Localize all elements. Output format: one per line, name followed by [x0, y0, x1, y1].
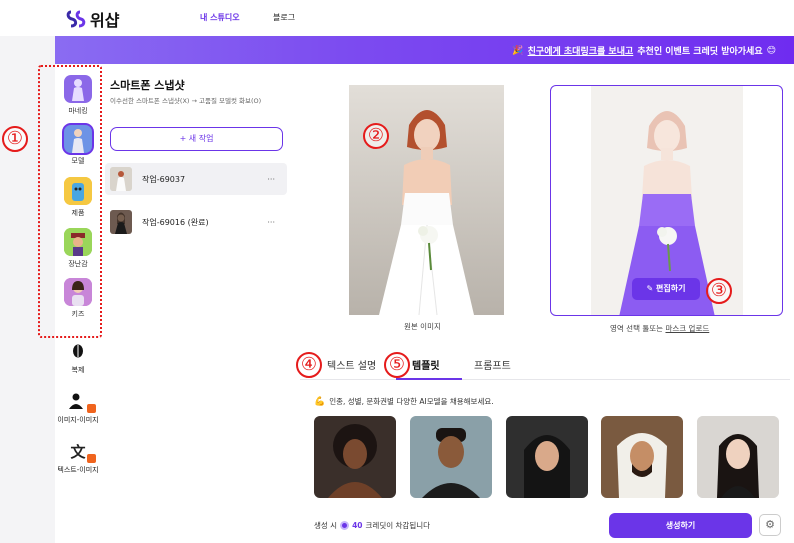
mask-caption-prefix: 영역 선택 툴또는 — [610, 324, 664, 333]
party-icon: 🎉 — [512, 45, 524, 56]
active-tab-indicator — [396, 378, 462, 380]
tool-label: 텍스트-이미지 — [57, 466, 99, 474]
mask-caption: 영역 선택 툴또는 마스크 업로드 — [610, 323, 709, 334]
logo-icon — [66, 10, 86, 28]
job-name: 작업-69016 (완료) — [142, 217, 209, 227]
generate-button[interactable]: 생성하기 — [609, 513, 752, 538]
avatar-option[interactable] — [314, 416, 396, 498]
edit-button-label: 편집하기 — [656, 284, 686, 293]
new-job-button[interactable]: + 새 작업 — [110, 127, 283, 151]
gear-icon[interactable]: ⚙ — [759, 514, 781, 536]
muscle-icon: 💪 — [314, 396, 326, 407]
tab-prompt[interactable]: 프롬프트 — [474, 357, 511, 372]
annotation-5: ⑤ — [384, 352, 410, 378]
tool-label: 복제 — [71, 366, 85, 374]
annotation-4: ④ — [296, 352, 322, 378]
avatar-option[interactable] — [410, 416, 492, 498]
logo[interactable]: 위샵 — [66, 7, 119, 31]
smile-emoji: 😊 — [766, 45, 776, 56]
coin-icon — [340, 521, 350, 530]
template-hint: 💪 인종, 성별, 문화권별 다양한 AI모델을 채용해보세요. — [314, 396, 494, 407]
promo-banner[interactable]: 🎉 친구에게 초대링크를 보내고 추천인 이벤트 크레딧 받아가세요 😊 — [55, 36, 794, 64]
edit-button[interactable]: ✎ 편집하기 — [632, 278, 700, 300]
project-description: 이수선한 스마트폰 스냅샷(X) → 고품질 모델컷 화보(O) — [110, 97, 262, 105]
avatar-option[interactable] — [506, 416, 588, 498]
credit-info: 생성 시 40 크레딧이 차감됩니다 — [314, 520, 430, 531]
banner-text[interactable]: 🎉 친구에게 초대링크를 보내고 추천인 이벤트 크레딧 받아가세요 😊 — [512, 44, 776, 58]
nav-my-studio[interactable]: 내 스튜디오 — [200, 12, 240, 23]
credit-suffix: 크레딧이 차감됩니다 — [365, 521, 431, 530]
new-badge — [87, 454, 96, 463]
person-icon — [67, 390, 89, 412]
avatar-option[interactable] — [697, 416, 779, 498]
banner-rest: 추천인 이벤트 크레딧 받아가세요 — [637, 47, 763, 57]
job-item[interactable]: 작업-69037 ··· — [105, 163, 287, 195]
annotation-1: ① — [2, 126, 28, 152]
avatar-option[interactable] — [601, 416, 683, 498]
job-item[interactable]: 작업-69016 (완료) ··· — [105, 206, 287, 238]
job-thumbnail — [110, 210, 132, 234]
nav-blog[interactable]: 블로그 — [273, 12, 295, 23]
annotation-3: ③ — [706, 278, 732, 304]
new-badge — [87, 404, 96, 413]
logo-text: 위샵 — [90, 11, 120, 30]
hint-text: 인종, 성별, 문화권별 다양한 AI모델을 채용해보세요. — [329, 397, 494, 406]
tab-template[interactable]: 템플릿 — [412, 357, 440, 372]
text-glyph-icon: 文 — [67, 440, 89, 462]
original-image-caption: 원본 이미지 — [404, 322, 441, 331]
banner-link[interactable]: 친구에게 초대링크를 보내고 — [528, 44, 634, 57]
leaf-icon — [67, 340, 89, 362]
credit-prefix: 생성 시 — [314, 521, 338, 530]
mask-upload-link[interactable]: 마스크 업로드 — [665, 324, 709, 333]
job-thumbnail — [110, 167, 132, 191]
project-title: 스마트폰 스냅샷 — [110, 79, 185, 92]
tab-bar: 텍스트 설명 템플릿 프롬프트 — [300, 350, 790, 380]
tool-text-to-image[interactable]: 文 텍스트-이미지 — [54, 440, 102, 475]
job-more-icon[interactable]: ··· — [267, 218, 275, 227]
job-name: 작업-69037 — [142, 174, 186, 184]
original-image[interactable] — [349, 85, 504, 315]
pencil-icon: ✎ — [646, 284, 657, 293]
tool-clone[interactable]: 복제 — [54, 340, 102, 375]
tool-image-to-image[interactable]: 이미지-이미지 — [54, 390, 102, 425]
annotation-2: ② — [363, 123, 389, 149]
top-bar: 위샵 내 스튜디오 블로그 — [0, 0, 794, 36]
job-more-icon[interactable]: ··· — [267, 175, 275, 184]
annotation-box-1 — [38, 65, 102, 338]
tool-label: 이미지-이미지 — [57, 416, 99, 424]
tab-text-description[interactable]: 텍스트 설명 — [327, 357, 376, 372]
credit-amount: 40 — [352, 521, 363, 530]
